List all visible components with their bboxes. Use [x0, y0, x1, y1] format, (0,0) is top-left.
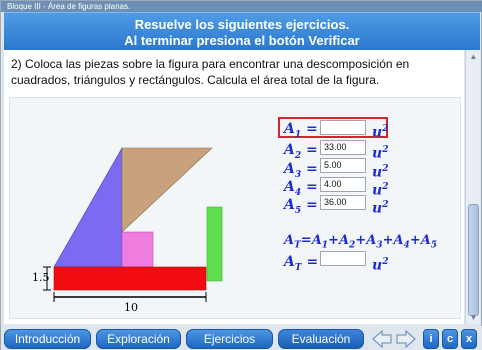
area-4-unit: u2: [372, 182, 389, 199]
scroll-up-icon[interactable]: ▲: [469, 52, 478, 61]
piece-green-rectangle[interactable]: [206, 206, 223, 282]
area-3-unit: u2: [372, 164, 389, 181]
area-5-label: A5 =: [284, 197, 318, 216]
instructions-header: Resuelve los siguientes ejercicios. Al t…: [4, 12, 480, 50]
total-area-input[interactable]: [320, 251, 366, 266]
vertical-scrollbar[interactable]: ▲ ▼: [465, 50, 480, 324]
area-2-input[interactable]: 33.00: [320, 140, 366, 155]
arrow-right-icon[interactable]: [396, 330, 416, 348]
area-3-input[interactable]: 5.00: [320, 158, 366, 173]
width-dimension-label: 10: [124, 301, 138, 314]
nav-evaluation-button[interactable]: Evaluación: [278, 329, 364, 349]
credits-button[interactable]: c: [442, 329, 458, 349]
title-bar: Bloque III - Área de figuras planas.: [1, 1, 482, 12]
area-1-unit: u2: [372, 124, 389, 141]
nav-intro-button[interactable]: Introducción: [4, 329, 91, 349]
piece-pink-square[interactable]: [121, 231, 154, 268]
piece-blue-triangle[interactable]: [53, 146, 123, 268]
exercise-prompt: 2) Coloca las piezas sobre la figura par…: [11, 57, 410, 87]
scrollbar-thumb[interactable]: [468, 204, 479, 316]
arrow-left-icon[interactable]: [372, 330, 392, 348]
height-dimension-label: 1.5: [32, 271, 50, 284]
area-5-unit: u2: [372, 200, 389, 217]
nav-exercises-button[interactable]: Ejercicios: [186, 329, 273, 349]
area-5-input[interactable]: 36.00: [320, 195, 366, 210]
header-line-1: Resuelve los siguientes ejercicios.: [134, 17, 350, 32]
app-window: Bloque III - Área de figuras planas. Res…: [0, 0, 482, 350]
total-area-label: AT =: [284, 254, 319, 273]
scroll-down-icon[interactable]: ▼: [469, 313, 478, 322]
close-button[interactable]: x: [461, 329, 477, 349]
area-4-input[interactable]: 4.00: [320, 177, 366, 192]
figure-canvas: 1.5 10: [32, 146, 223, 314]
info-button[interactable]: i: [423, 329, 439, 349]
area-1-label: A1 =: [284, 121, 318, 140]
piece-red-rectangle[interactable]: [53, 266, 207, 291]
piece-tan-trapezoid[interactable]: [121, 147, 213, 233]
bottom-navigation: Introducción Exploración Ejercicios Eval…: [1, 326, 482, 350]
breadcrumb: Bloque III - Área de figuras planas.: [7, 2, 131, 11]
header-line-2: Al terminar presiona el botón Verificar: [124, 33, 360, 48]
total-area-unit: u2: [372, 257, 389, 274]
area-2-unit: u2: [372, 145, 389, 162]
exercise-panel: 2) Coloca las piezas sobre la figura par…: [4, 50, 464, 324]
area-1-input[interactable]: [320, 120, 366, 135]
work-area: 1.5 10: [9, 97, 461, 319]
nav-explore-button[interactable]: Exploración: [96, 329, 181, 349]
